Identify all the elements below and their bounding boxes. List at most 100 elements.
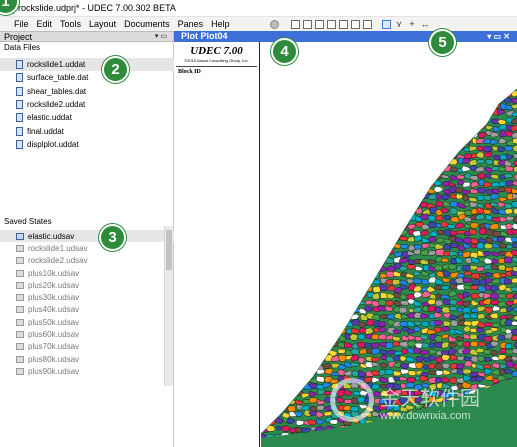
saved-state-item[interactable]: plus50k.udsav	[0, 316, 174, 328]
grid-icon[interactable]	[303, 19, 312, 29]
rock-block	[280, 285, 291, 292]
rock-block	[272, 195, 283, 202]
saved-state-item[interactable]: plus20k.udsav	[0, 279, 174, 291]
file-icon	[16, 139, 23, 149]
rock-block	[420, 173, 430, 181]
rock-block	[280, 229, 290, 235]
menu-help[interactable]: Help	[207, 17, 234, 31]
rock-block	[394, 172, 402, 180]
rock-block	[351, 137, 360, 144]
rock-block	[328, 117, 339, 125]
data-file-item[interactable]: surface_table.dat	[0, 71, 174, 84]
rock-block	[341, 138, 352, 146]
rock-block	[331, 202, 340, 209]
saved-state-item[interactable]: plus30k.udsav	[0, 291, 174, 303]
page-icon[interactable]	[327, 19, 336, 29]
rock-block	[337, 186, 347, 193]
rock-block	[371, 230, 381, 236]
saved-state-item[interactable]: plus60k.udsav	[0, 328, 174, 340]
rock-block	[273, 265, 282, 272]
add-icon[interactable]: +	[407, 19, 417, 29]
menu-layout[interactable]: Layout	[85, 17, 120, 31]
file-icon	[16, 73, 23, 83]
rock-block	[288, 378, 297, 383]
rock-block	[469, 104, 479, 110]
data-file-item[interactable]: shear_tables.dat	[0, 85, 174, 98]
table-icon[interactable]	[291, 19, 300, 29]
menu-panes[interactable]: Panes	[174, 17, 208, 31]
rock-block	[323, 195, 333, 202]
saved-state-item[interactable]: rockslide1.udsav	[0, 242, 174, 254]
print-icon[interactable]	[339, 19, 348, 29]
menu-documents[interactable]: Documents	[120, 17, 174, 31]
pane-options-button[interactable]: ▾ ▭	[155, 32, 167, 42]
menu-tools[interactable]: Tools	[56, 17, 85, 31]
measure-icon[interactable]: ↔	[420, 19, 430, 29]
data-file-item[interactable]: rockslide1.uddat	[0, 58, 174, 72]
saved-state-item[interactable]: elastic.udsav	[0, 230, 174, 243]
rock-block	[261, 230, 270, 236]
rock-block	[380, 187, 389, 193]
image-icon[interactable]	[351, 19, 360, 29]
data-file-item[interactable]: final.uddat	[0, 124, 174, 137]
rock-block	[294, 314, 304, 322]
rock-block	[448, 158, 458, 166]
record-icon[interactable]	[270, 19, 279, 29]
rock-block	[413, 144, 423, 152]
menu-edit[interactable]: Edit	[33, 17, 57, 31]
rock-block	[414, 83, 423, 89]
menu-file[interactable]: File	[0, 17, 33, 31]
rock-block	[302, 321, 312, 328]
data-file-item[interactable]: rockslide2.uddat	[0, 98, 174, 111]
rock-block	[441, 104, 452, 112]
data-file-name: rockslide2.uddat	[27, 100, 86, 110]
rock-block	[412, 96, 423, 103]
rock-block	[344, 304, 354, 312]
rock-block	[287, 286, 298, 294]
data-file-item[interactable]: elastic.uddat	[0, 111, 174, 124]
rock-block	[351, 215, 361, 222]
rock-block	[363, 201, 372, 209]
callout-2: 2	[102, 56, 129, 83]
data-file-item[interactable]: displplot.uddat	[0, 138, 174, 151]
rock-block	[412, 152, 423, 160]
saved-state-item[interactable]: plus80k.udsav	[0, 353, 174, 365]
rock-block	[314, 202, 324, 208]
rock-block	[337, 298, 346, 305]
rock-block	[280, 159, 290, 167]
saved-state-item[interactable]: rockslide2.udsav	[0, 255, 174, 267]
saved-states-scrollbar[interactable]	[164, 226, 173, 386]
rock-block	[443, 153, 453, 160]
saved-state-item[interactable]: plus40k.udsav	[0, 304, 174, 316]
rock-block	[316, 299, 327, 305]
saved-state-item[interactable]: plus10k.udsav	[0, 267, 174, 279]
pointer-icon[interactable]	[382, 19, 391, 29]
scroll-thumb[interactable]	[166, 230, 172, 270]
rock-block	[272, 376, 282, 383]
rock-block	[294, 157, 305, 165]
plot-window-buttons[interactable]: ▾ ▭ ✕	[487, 31, 510, 42]
rock-block	[265, 228, 275, 235]
rock-block	[275, 398, 284, 405]
rock-block	[372, 207, 381, 214]
rock-block	[295, 152, 305, 159]
grid-alt-icon[interactable]	[315, 19, 324, 29]
rock-block	[462, 181, 471, 188]
saved-state-item[interactable]: plus90k.udsav	[0, 365, 174, 377]
rock-block	[363, 138, 374, 144]
rock-block	[357, 138, 367, 144]
rock-block	[308, 229, 319, 236]
rock-block	[315, 137, 326, 143]
rock-block	[449, 96, 458, 103]
select-icon[interactable]: ⋎	[394, 19, 404, 29]
saved-state-icon	[16, 269, 24, 277]
rock-block	[282, 243, 291, 250]
rock-block	[413, 180, 423, 188]
rock-block	[261, 325, 270, 333]
check-icon[interactable]	[363, 19, 372, 29]
saved-state-item[interactable]: plus70k.udsav	[0, 341, 174, 353]
rock-block	[301, 123, 311, 131]
rock-block	[435, 132, 445, 139]
rock-block	[342, 151, 353, 158]
rock-block	[268, 140, 278, 146]
